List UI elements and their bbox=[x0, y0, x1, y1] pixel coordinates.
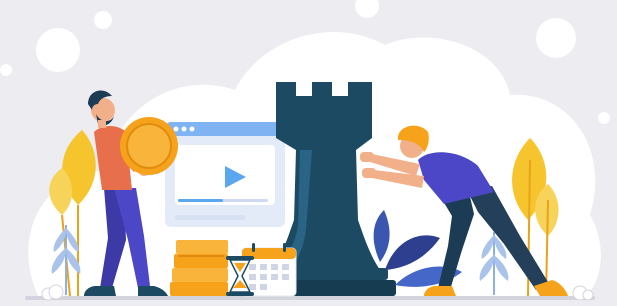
gold-coin-icon bbox=[120, 117, 178, 175]
strategy-illustration bbox=[0, 0, 610, 301]
video-window bbox=[165, 122, 285, 227]
illustration-canvas bbox=[0, 0, 617, 306]
ground-line bbox=[25, 296, 595, 300]
coin-stack-icon bbox=[170, 240, 228, 296]
calendar-icon bbox=[241, 243, 297, 297]
